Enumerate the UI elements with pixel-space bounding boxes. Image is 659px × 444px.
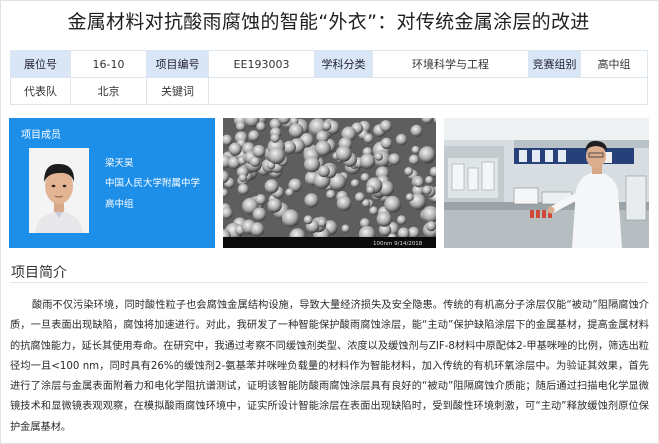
sem-particle xyxy=(396,215,407,225)
sem-particle xyxy=(315,140,331,157)
section-divider xyxy=(10,282,647,283)
sem-micrograph-image: 100nm 9/14/2018 xyxy=(223,118,436,248)
sem-particle xyxy=(354,192,365,203)
sem-particle xyxy=(395,133,408,146)
subject-label: 学科分类 xyxy=(314,50,373,78)
section-title: 项目简介 xyxy=(11,265,67,281)
sem-particle xyxy=(270,133,280,143)
team-label: 代表队 xyxy=(10,77,71,105)
sem-particle xyxy=(413,177,424,188)
sem-particle xyxy=(411,145,420,155)
project-info-table: 展位号 16-10 项目编号 EE193003 学科分类 环境科学与工程 竞赛组… xyxy=(10,50,648,105)
team-value: 北京 xyxy=(70,77,147,105)
sem-particle xyxy=(248,130,260,142)
member-panel: 项目成员 梁天昊 中国人民大学附属中学 高中组 xyxy=(9,118,215,248)
sem-particle xyxy=(366,185,375,195)
sem-particle xyxy=(408,154,420,165)
sem-particle xyxy=(350,179,360,188)
sem-particle xyxy=(268,147,286,165)
member-name: 梁天昊 xyxy=(105,158,134,169)
sem-particle xyxy=(238,173,247,182)
sem-particle xyxy=(379,120,392,133)
sem-particle xyxy=(322,121,332,131)
project-no-value: EE193003 xyxy=(208,50,315,78)
sem-particle xyxy=(422,185,432,195)
sem-particle xyxy=(264,179,279,194)
sem-particle xyxy=(335,145,352,162)
sem-particle xyxy=(252,144,266,158)
sem-particle xyxy=(410,124,423,137)
member-grade: 高中组 xyxy=(105,199,134,210)
sem-caption: 100nm 9/14/2018 xyxy=(373,241,423,247)
sem-particle xyxy=(388,153,401,166)
page-title: 金属材料对抗酸雨腐蚀的智能“外衣”：对传统金属涂层的改进 xyxy=(67,11,590,33)
sem-particle xyxy=(359,153,376,169)
sem-particle xyxy=(426,221,436,232)
sem-particle xyxy=(317,218,327,228)
lab-photo xyxy=(444,118,649,248)
sem-particle xyxy=(250,222,265,237)
sem-particle xyxy=(235,121,246,132)
sem-particle xyxy=(404,167,414,176)
sem-particle xyxy=(228,142,242,156)
keywords-value xyxy=(208,77,648,105)
sem-particle xyxy=(288,123,304,139)
sem-particle xyxy=(418,146,436,164)
sem-particle xyxy=(304,156,320,173)
sem-particle xyxy=(303,215,313,225)
sem-particle xyxy=(376,211,392,227)
booth-value: 16-10 xyxy=(70,50,147,78)
subject-value: 环境科学与工程 xyxy=(372,50,529,78)
project-description: 酸雨不仅污染环境，同时酸性粒子也会腐蚀金属结构设施，导致大量经济损失及安全隐患。… xyxy=(10,300,649,433)
group-label: 竞赛组别 xyxy=(528,50,581,78)
sem-particle xyxy=(363,133,374,144)
sem-particle xyxy=(285,188,294,197)
keywords-label: 关键词 xyxy=(146,77,209,105)
member-school: 中国人民大学附属中学 xyxy=(105,178,201,189)
sem-particle xyxy=(249,156,261,167)
member-photo xyxy=(29,148,89,233)
group-value: 高中组 xyxy=(580,50,648,78)
sem-particle xyxy=(256,121,266,132)
sem-particle xyxy=(237,183,249,195)
sem-particle xyxy=(380,137,393,149)
sem-particle xyxy=(304,193,319,208)
sem-particle xyxy=(267,198,282,213)
sem-particle xyxy=(252,207,267,222)
sem-particle xyxy=(425,176,434,185)
sem-particle xyxy=(255,194,267,206)
sem-particle xyxy=(326,189,336,200)
sem-particle xyxy=(405,193,414,202)
sem-particle xyxy=(281,209,300,228)
sem-particle xyxy=(341,224,350,233)
sem-particle xyxy=(336,195,352,211)
sem-particle xyxy=(384,195,401,213)
project-no-label: 项目编号 xyxy=(146,50,209,78)
sem-particle xyxy=(374,152,383,161)
sem-particle xyxy=(369,206,379,216)
booth-label: 展位号 xyxy=(10,50,71,78)
person-portrait-icon xyxy=(29,148,89,233)
sem-particle xyxy=(318,165,330,178)
member-header: 项目成员 xyxy=(21,130,61,141)
